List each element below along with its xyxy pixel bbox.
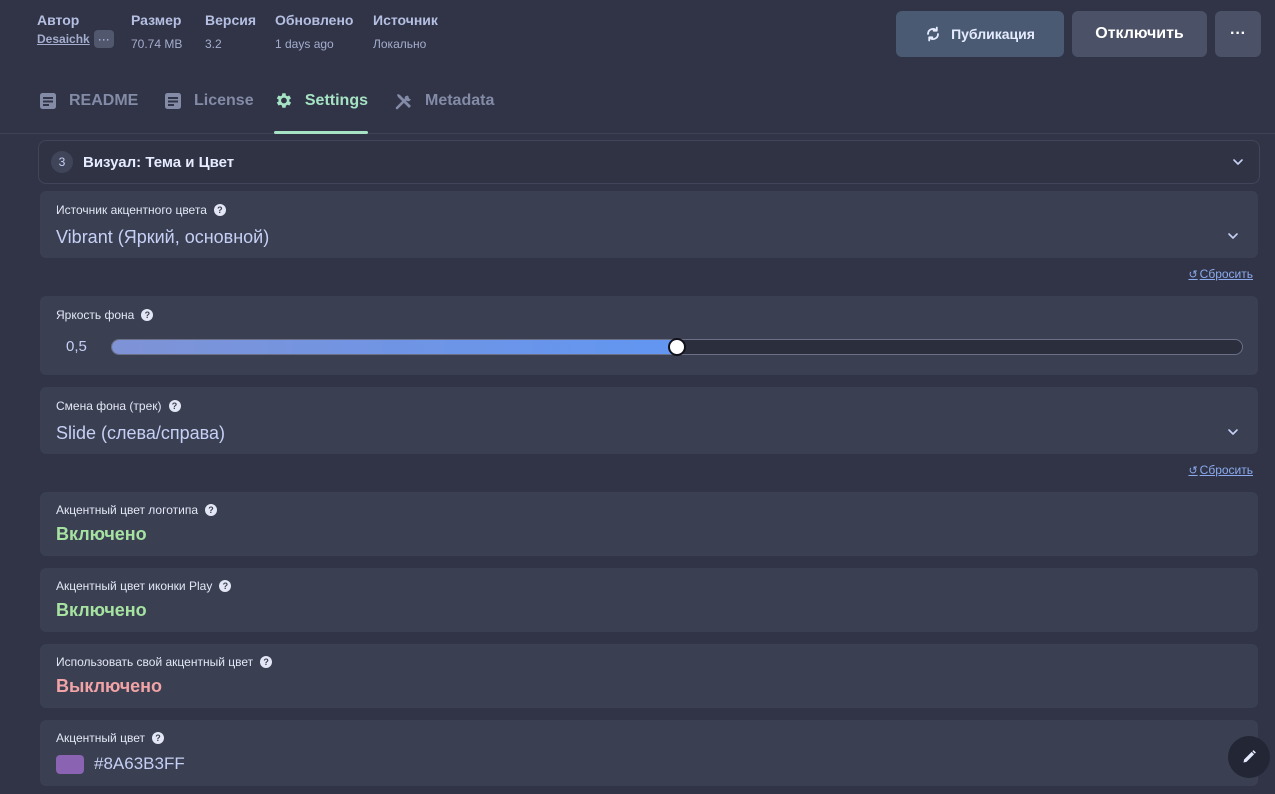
- bg-change-value: Slide (слева/справа): [56, 423, 226, 443]
- bg-brightness-value: 0,5: [66, 338, 87, 355]
- custom-accent-label: Использовать свой акцентный цвет ?: [56, 655, 273, 669]
- meta-updated: Обновлено 1 days ago: [275, 12, 353, 51]
- bg-brightness-slider-fill: [112, 340, 677, 354]
- tab-bar: README License Settings Metadata: [0, 68, 1275, 134]
- help-icon[interactable]: ?: [151, 732, 164, 744]
- section-title: Визуал: Тема и Цвет: [83, 153, 235, 171]
- author-row: Desaichk ···: [37, 30, 114, 48]
- bg-brightness-label: Яркость фона ?: [56, 308, 154, 322]
- publish-button-label: Публикация: [951, 26, 1035, 42]
- play-accent-value: Включено: [56, 600, 147, 620]
- accent-color-field[interactable]: Акцентный цвет ? #8A63B3FF: [40, 720, 1258, 786]
- meta-size: Размер 70.74 MB: [131, 12, 182, 51]
- custom-accent-value: Выключено: [56, 676, 163, 696]
- meta-source-label: Источник: [373, 12, 438, 28]
- custom-accent-toggle[interactable]: Использовать свой акцентный цвет ? Выклю…: [40, 644, 1258, 708]
- publish-button[interactable]: Публикация: [896, 11, 1064, 57]
- tools-icon: [395, 93, 411, 109]
- more-options-button[interactable]: ···: [1215, 11, 1261, 57]
- plugin-header: Автор Desaichk ··· Размер 70.74 MB Верси…: [0, 0, 1275, 68]
- license-icon: [165, 92, 181, 109]
- tab-metadata-label: Metadata: [425, 91, 495, 109]
- play-accent-label-text: Акцентный цвет иконки Play: [56, 579, 213, 593]
- reset-icon: ↺: [1188, 464, 1198, 477]
- disable-button[interactable]: Отключить: [1072, 11, 1207, 57]
- reset-label: Сбросить: [1199, 463, 1253, 477]
- accent-source-label-text: Источник акцентного цвета: [56, 203, 207, 217]
- reset-bg-change-link[interactable]: ↺ Сбросить: [1188, 463, 1253, 477]
- bg-change-select[interactable]: Смена фона (трек) ? Slide (слева/справа): [40, 387, 1258, 454]
- meta-size-value: 70.74 MB: [131, 37, 183, 51]
- meta-author: Автор Desaichk ···: [37, 12, 114, 48]
- author-link[interactable]: Desaichk: [37, 32, 90, 46]
- section-visual-header[interactable]: 3 Визуал: Тема и Цвет: [38, 140, 1260, 184]
- logo-accent-label: Акцентный цвет логотипа ?: [56, 503, 218, 517]
- accent-source-label: Источник акцентного цвета ?: [56, 203, 226, 217]
- help-icon[interactable]: ?: [219, 580, 232, 592]
- meta-version-value: 3.2: [205, 37, 222, 51]
- logo-accent-toggle[interactable]: Акцентный цвет логотипа ? Включено: [40, 492, 1258, 556]
- tab-readme-label: README: [69, 91, 139, 109]
- meta-updated-value: 1 days ago: [275, 37, 334, 51]
- tab-license-label: License: [194, 91, 254, 109]
- help-icon[interactable]: ?: [205, 504, 218, 516]
- meta-size-label: Размер: [131, 12, 182, 28]
- chevron-down-icon: [1228, 429, 1238, 435]
- tab-metadata[interactable]: Metadata: [394, 68, 494, 133]
- tab-settings-label: Settings: [304, 91, 368, 109]
- reset-accent-source-link[interactable]: ↺ Сбросить: [1188, 267, 1253, 281]
- accent-source-select[interactable]: Источник акцентного цвета ? Vibrant (Ярк…: [40, 191, 1258, 258]
- section-number-badge: 3: [51, 151, 73, 173]
- bg-brightness-label-text: Яркость фона: [56, 308, 135, 322]
- author-more-button[interactable]: ···: [93, 30, 114, 48]
- meta-author-label: Автор: [37, 12, 80, 28]
- bg-change-label-text: Смена фона (трек): [56, 399, 162, 413]
- bg-change-label: Смена фона (трек) ?: [56, 399, 181, 413]
- sync-icon: [927, 26, 939, 42]
- accent-source-value: Vibrant (Яркий, основной): [56, 227, 270, 247]
- meta-version-label: Версия: [205, 12, 257, 28]
- help-icon[interactable]: ?: [168, 400, 181, 412]
- meta-source: Источник Локально: [373, 12, 438, 51]
- meta-version: Версия 3.2: [205, 12, 256, 51]
- accent-color-label-text: Акцентный цвет: [56, 731, 145, 745]
- gear-icon: [276, 93, 292, 108]
- play-accent-toggle[interactable]: Акцентный цвет иконки Play ? Включено: [40, 568, 1258, 632]
- tab-license[interactable]: License: [163, 68, 254, 133]
- chevron-down-icon: [1228, 233, 1238, 239]
- readme-icon: [40, 92, 56, 109]
- bg-brightness-card: Яркость фона ? 0,5: [40, 296, 1258, 375]
- disable-button-label: Отключить: [1095, 25, 1184, 42]
- meta-source-value: Локально: [373, 37, 427, 51]
- accent-color-swatch[interactable]: [56, 755, 84, 774]
- accent-color-hex: #8A63B3FF: [94, 754, 185, 773]
- logo-accent-value: Включено: [56, 524, 147, 544]
- help-icon[interactable]: ?: [141, 309, 154, 321]
- custom-accent-label-text: Использовать свой акцентный цвет: [56, 655, 254, 669]
- bg-brightness-slider-handle[interactable]: [668, 338, 686, 356]
- reset-label: Сбросить: [1199, 267, 1253, 281]
- tab-readme[interactable]: README: [38, 68, 138, 133]
- more-options-label: ···: [1230, 25, 1246, 42]
- chevron-down-icon: [1233, 159, 1243, 165]
- meta-updated-label: Обновлено: [275, 12, 354, 28]
- logo-accent-label-text: Акцентный цвет логотипа: [56, 503, 199, 517]
- help-icon[interactable]: ?: [213, 204, 226, 216]
- accent-color-label: Акцентный цвет ?: [56, 731, 164, 745]
- play-accent-label: Акцентный цвет иконки Play ?: [56, 579, 232, 593]
- tab-settings[interactable]: Settings: [274, 68, 368, 134]
- reset-icon: ↺: [1188, 268, 1198, 281]
- edit-floating-button[interactable]: [1228, 736, 1270, 778]
- pencil-icon: [1243, 750, 1256, 763]
- help-icon[interactable]: ?: [260, 656, 273, 668]
